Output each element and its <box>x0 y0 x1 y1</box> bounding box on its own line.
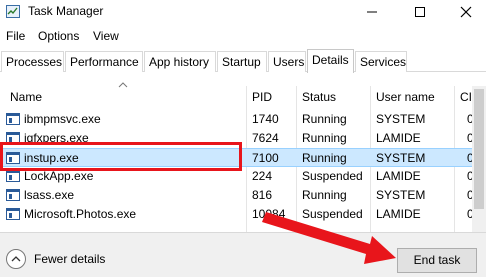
column-header-extra[interactable]: CI <box>460 90 472 104</box>
column-header-pid[interactable]: PID <box>252 90 272 104</box>
process-name: ibmpmsvc.exe <box>24 112 101 126</box>
process-pid: 224 <box>252 169 273 183</box>
process-name: igfxpers.exe <box>24 131 89 145</box>
minimize-icon <box>367 11 377 13</box>
process-status: Suspended <box>302 169 363 183</box>
tab-processes[interactable]: Processes <box>1 51 64 72</box>
process-user: SYSTEM <box>376 112 426 126</box>
process-status: Running <box>302 112 347 126</box>
maximize-button[interactable] <box>398 0 442 24</box>
process-pid: 7100 <box>252 151 279 165</box>
close-icon <box>460 6 472 18</box>
process-user: LAMIDE <box>376 207 421 221</box>
table-row[interactable]: ibmpmsvc.exe 1740 Running SYSTEM 0 <box>0 110 474 129</box>
process-user: LAMIDE <box>376 131 421 145</box>
process-user: SYSTEM <box>376 188 426 202</box>
fewer-details-label: Fewer details <box>34 252 106 266</box>
tab-strip: Processes Performance App history Startu… <box>0 49 486 73</box>
column-header-name[interactable]: Name <box>10 90 42 104</box>
menu-bar: File Options View <box>0 26 486 46</box>
task-manager-window: Task Manager File Options View Processes… <box>0 0 486 277</box>
details-table: Name PID Status User name CI ibmpmsvc.ex… <box>0 72 486 232</box>
footer-bar: Fewer details End task <box>0 232 486 277</box>
process-name: Microsoft.Photos.exe <box>24 207 137 221</box>
process-pid: 7624 <box>252 131 279 145</box>
process-icon <box>6 152 20 164</box>
process-icon <box>6 189 20 201</box>
scrollbar-thumb[interactable] <box>474 89 484 209</box>
chevron-up-icon <box>6 249 26 269</box>
table-row[interactable]: igfxpers.exe 7624 Running LAMIDE 0 <box>0 129 474 148</box>
tab-startup[interactable]: Startup <box>217 51 267 72</box>
process-icon <box>6 170 20 182</box>
title-bar: Task Manager <box>0 0 486 24</box>
process-user: LAMIDE <box>376 169 421 183</box>
column-header-status[interactable]: Status <box>302 90 336 104</box>
process-name: instup.exe <box>24 151 79 165</box>
menu-file[interactable]: File <box>6 29 25 43</box>
maximize-icon <box>415 7 425 17</box>
task-manager-icon <box>6 5 20 18</box>
table-row[interactable]: Microsoft.Photos.exe 10084 Suspended LAM… <box>0 205 474 224</box>
table-row-selected[interactable]: instup.exe 7100 Running SYSTEM 0 <box>0 148 474 167</box>
process-icon <box>6 132 20 144</box>
end-task-button[interactable]: End task <box>397 248 477 273</box>
process-icon <box>6 208 20 220</box>
minimize-button[interactable] <box>350 0 394 24</box>
sort-up-icon <box>118 82 128 88</box>
window-title: Task Manager <box>28 4 104 18</box>
process-user: SYSTEM <box>376 151 426 165</box>
vertical-scrollbar[interactable] <box>472 86 486 232</box>
process-status: Running <box>302 188 347 202</box>
process-name: LockApp.exe <box>24 169 94 183</box>
close-button[interactable] <box>444 0 486 24</box>
column-header-user-name[interactable]: User name <box>376 90 435 104</box>
process-name: lsass.exe <box>24 188 75 202</box>
tab-services[interactable]: Services <box>355 51 407 72</box>
process-status: Running <box>302 151 347 165</box>
menu-view[interactable]: View <box>93 29 119 43</box>
tab-users[interactable]: Users <box>268 51 306 72</box>
process-status: Running <box>302 131 347 145</box>
process-icon <box>6 113 20 125</box>
process-pid: 1740 <box>252 112 279 126</box>
process-status: Suspended <box>302 207 363 221</box>
table-row[interactable]: lsass.exe 816 Running SYSTEM 0 <box>0 186 474 205</box>
process-pid: 816 <box>252 188 273 202</box>
tab-performance[interactable]: Performance <box>65 51 143 72</box>
tab-details[interactable]: Details <box>307 49 354 73</box>
tab-app-history[interactable]: App history <box>144 51 216 72</box>
process-pid: 10084 <box>252 207 286 221</box>
table-row[interactable]: LockApp.exe 224 Suspended LAMIDE 0 <box>0 167 474 186</box>
menu-options[interactable]: Options <box>38 29 79 43</box>
